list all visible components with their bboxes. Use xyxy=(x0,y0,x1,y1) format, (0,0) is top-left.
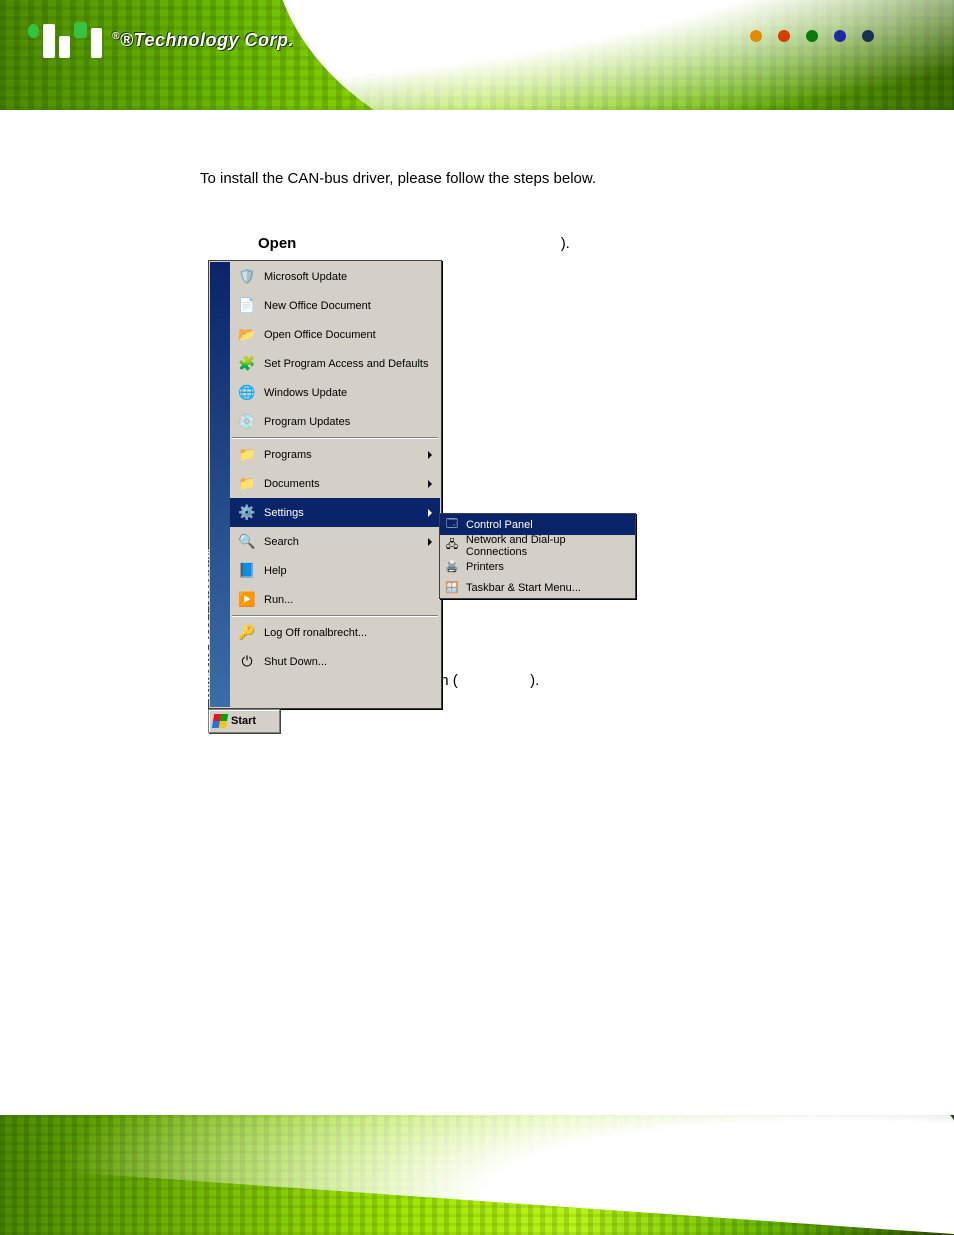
program-updates-icon: 💿 xyxy=(236,411,258,433)
submenu-item-label: Printers xyxy=(466,561,504,573)
submenu-item-network-and-dial-up-connections[interactable]: 🖧 Network and Dial-up Connections xyxy=(440,535,635,556)
network-icon: 🖧 xyxy=(444,538,460,554)
documents-icon: 📁 xyxy=(236,473,258,495)
banner-sweep xyxy=(272,0,954,110)
start-menu-item-help[interactable]: 📘 Help xyxy=(230,556,440,585)
bottom-banner xyxy=(0,1115,954,1235)
menu-separator xyxy=(232,437,438,439)
settings-submenu: 🗔 Control Panel 🖧 Network and Dial-up Conne… xyxy=(439,513,636,599)
start-menu-item-settings[interactable]: ⚙️ Settings xyxy=(230,498,440,527)
brand: ®®Technology Corp. xyxy=(28,22,294,58)
step-1-prefix: Open xyxy=(258,235,296,252)
banner-dots xyxy=(750,30,874,42)
settings-icon: ⚙️ xyxy=(236,502,258,524)
submenu-item-label: Network and Dial-up Connections xyxy=(466,534,629,558)
menu-item-label: Help xyxy=(264,565,440,577)
open-doc-icon: 📂 xyxy=(236,324,258,346)
step-1-line: Open ). xyxy=(258,235,864,252)
menu-item-label: Windows Update xyxy=(264,387,440,399)
new-doc-icon: 📄 xyxy=(236,295,258,317)
start-menu-item-run[interactable]: ▶️ Run... xyxy=(230,585,440,614)
side-strip-label: Windows 2000 Professional xyxy=(198,549,212,701)
start-menu-item-set-program-access-and-defaults[interactable]: 🧩 Set Program Access and Defaults xyxy=(230,349,440,378)
bottom-sweep xyxy=(0,1115,954,1235)
menu-separator xyxy=(232,615,438,617)
submenu-item-taskbar-start-menu[interactable]: 🪟 Taskbar & Start Menu... xyxy=(440,577,635,598)
start-menu-item-log-off-ronalbrecht[interactable]: 🔑 Log Off ronalbrecht... xyxy=(230,618,440,647)
printers-icon: 🖨️ xyxy=(444,559,460,575)
update-shield-icon: 🛡️ xyxy=(236,266,258,288)
menu-item-label: New Office Document xyxy=(264,300,440,312)
start-menu-item-documents[interactable]: 📁 Documents xyxy=(230,469,440,498)
brand-text: ®®Technology Corp. xyxy=(112,30,294,51)
windows-flag-icon xyxy=(212,714,228,728)
menu-item-label: Program Updates xyxy=(264,416,440,428)
start-menu-item-programs[interactable]: 📁 Programs xyxy=(230,440,440,469)
start-menu-item-shut-down[interactable]: ⏻ Shut Down... xyxy=(230,647,440,676)
submenu-item-label: Control Panel xyxy=(466,519,533,531)
start-menu-panel: Windows 2000 Professional 🛡️ Microsoft Up… xyxy=(208,260,442,709)
submenu-arrow-icon xyxy=(428,451,432,459)
start-button-label: Start xyxy=(231,715,256,727)
taskbar-icon: 🪟 xyxy=(444,580,460,596)
start-menu-list: 🛡️ Microsoft Update 📄 New Office Document 📂 O… xyxy=(230,262,440,707)
menu-item-label: Shut Down... xyxy=(264,656,440,668)
start-menu-item-open-office-document[interactable]: 📂 Open Office Document xyxy=(230,320,440,349)
brand-logo xyxy=(28,22,102,58)
program-access-icon: 🧩 xyxy=(236,353,258,375)
start-menu-item-new-office-document[interactable]: 📄 New Office Document xyxy=(230,291,440,320)
intro-text: To install the CAN-bus driver, please fo… xyxy=(200,170,864,187)
start-menu-screenshot: Windows 2000 Professional 🛡️ Microsoft Up… xyxy=(208,260,648,730)
start-menu-item-windows-update[interactable]: 🌐 Windows Update xyxy=(230,378,440,407)
shutdown-icon: ⏻ xyxy=(236,651,258,673)
menu-item-label: Programs xyxy=(264,449,428,461)
submenu-item-label: Taskbar & Start Menu... xyxy=(466,582,581,594)
start-menu-item-search[interactable]: 🔍 Search xyxy=(230,527,440,556)
taskbar-start-button[interactable]: Start xyxy=(208,709,280,733)
step-1-suffix: ). xyxy=(561,235,570,252)
menu-item-label: Set Program Access and Defaults xyxy=(264,358,440,370)
run-icon: ▶️ xyxy=(236,589,258,611)
submenu-item-control-panel[interactable]: 🗔 Control Panel xyxy=(440,514,635,535)
menu-item-label: Microsoft Update xyxy=(264,271,440,283)
search-icon: 🔍 xyxy=(236,531,258,553)
logoff-icon: 🔑 xyxy=(236,622,258,644)
top-banner: ®®Technology Corp. xyxy=(0,0,954,110)
programs-icon: 📁 xyxy=(236,444,258,466)
menu-item-label: Settings xyxy=(264,507,428,519)
submenu-item-printers[interactable]: 🖨️ Printers xyxy=(440,556,635,577)
control-panel-icon: 🗔 xyxy=(444,517,460,533)
submenu-arrow-icon xyxy=(428,509,432,517)
submenu-arrow-icon xyxy=(428,480,432,488)
start-menu-side-strip: Windows 2000 Professional xyxy=(210,262,230,707)
globe-update-icon: 🌐 xyxy=(236,382,258,404)
menu-item-label: Search xyxy=(264,536,428,548)
menu-item-label: Run... xyxy=(264,594,440,606)
help-icon: 📘 xyxy=(236,560,258,582)
start-menu-item-program-updates[interactable]: 💿 Program Updates xyxy=(230,407,440,436)
menu-item-label: Open Office Document xyxy=(264,329,440,341)
page-body: To install the CAN-bus driver, please fo… xyxy=(0,110,954,252)
menu-item-label: Log Off ronalbrecht... xyxy=(264,627,440,639)
start-menu-item-microsoft-update[interactable]: 🛡️ Microsoft Update xyxy=(230,262,440,291)
submenu-arrow-icon xyxy=(428,538,432,546)
menu-item-label: Documents xyxy=(264,478,428,490)
